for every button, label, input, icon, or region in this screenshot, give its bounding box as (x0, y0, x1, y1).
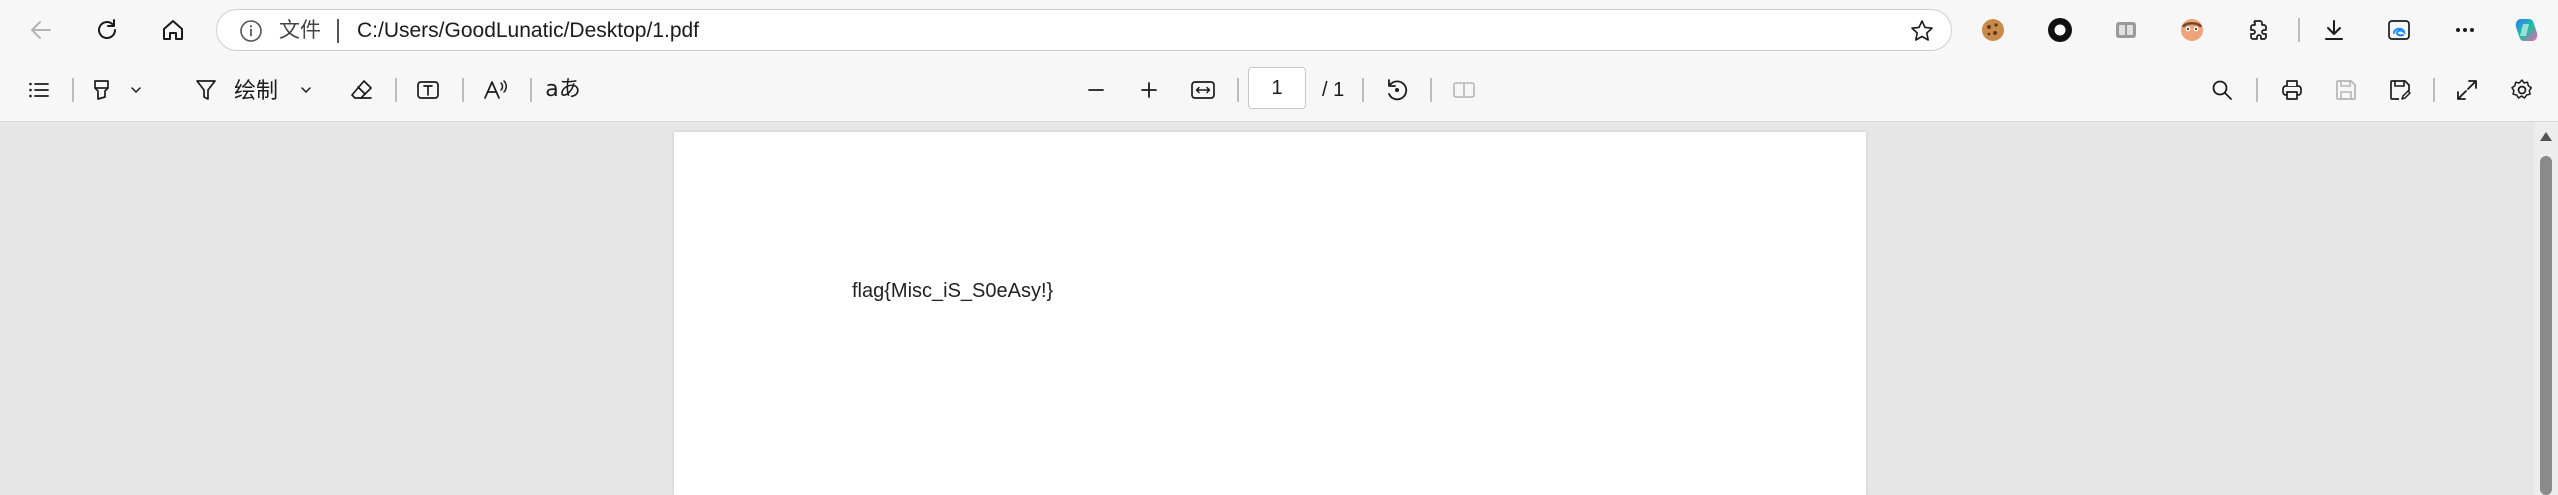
zoom-out-button[interactable] (1074, 68, 1118, 112)
text-box-icon (417, 81, 439, 99)
contents-list-icon (29, 82, 49, 98)
zoom-in-button[interactable] (1127, 68, 1171, 112)
pdf-page: flag{Misc_iS_S0eAsy!} (674, 132, 1866, 495)
browser-nav-bar: 文件 C:/Users/GoodLunatic/Desktop/1.pdf (0, 0, 2558, 60)
toolbar-divider (530, 78, 532, 102)
plus-icon (1141, 82, 1157, 98)
toolbar-divider (1362, 78, 1364, 102)
save-button[interactable] (2324, 68, 2368, 112)
split-screen-extension-icon[interactable] (2104, 8, 2148, 52)
page-number-input[interactable]: 1 (1248, 67, 1306, 109)
toolbar-divider (1237, 78, 1239, 102)
erase-button[interactable] (340, 68, 384, 112)
address-url[interactable]: C:/Users/GoodLunatic/Desktop/1.pdf (357, 19, 699, 43)
copilot-button[interactable] (2505, 8, 2549, 52)
rotate-icon (1388, 79, 1408, 101)
toolbar-divider (395, 78, 397, 102)
back-button[interactable] (19, 8, 63, 52)
fit-to-width-button[interactable] (1181, 68, 1225, 112)
highlight-options-dropdown[interactable] (122, 68, 150, 112)
settings-more-button[interactable] (2443, 8, 2487, 52)
save-as-icon (2390, 80, 2411, 100)
scrollbar-thumb[interactable] (2540, 156, 2552, 495)
print-button[interactable] (2270, 68, 2314, 112)
downloads-button[interactable] (2312, 8, 2356, 52)
rotate-button[interactable] (1375, 68, 1419, 112)
refresh-button[interactable] (85, 8, 129, 52)
record-extension-icon[interactable] (2038, 8, 2082, 52)
fullscreen-button[interactable] (2445, 68, 2489, 112)
chevron-down-icon (131, 87, 141, 94)
edge-shield-icon (2388, 20, 2410, 40)
translate-button[interactable]: aあ (541, 68, 585, 112)
highlight-button[interactable] (80, 68, 124, 112)
toolbar-divider (72, 78, 74, 102)
site-info-icon[interactable] (239, 19, 263, 43)
avatar-extension-icon[interactable] (2170, 8, 2214, 52)
more-dots-icon (2456, 28, 2474, 32)
toolbar-divider (2256, 78, 2258, 102)
chevron-down-icon (301, 87, 311, 94)
minus-icon (1088, 89, 1104, 91)
cookie-extension-icon[interactable] (1971, 8, 2015, 52)
find-button[interactable] (2200, 68, 2244, 112)
browser-essentials-button[interactable] (2377, 8, 2421, 52)
address-divider (337, 19, 339, 43)
back-arrow-icon (31, 21, 51, 39)
highlighter-icon (94, 80, 109, 100)
toolbar-divider (2433, 78, 2435, 102)
page-view-button[interactable] (1442, 68, 1486, 112)
vertical-scrollbar[interactable] (2534, 122, 2558, 495)
print-icon (2282, 80, 2302, 100)
table-of-contents-button[interactable] (17, 68, 61, 112)
address-bar[interactable]: 文件 C:/Users/GoodLunatic/Desktop/1.pdf (216, 9, 1952, 51)
home-icon (163, 20, 183, 40)
address-scheme-label: 文件 (279, 19, 321, 42)
gear-icon (2511, 79, 2533, 99)
draw-options-dropdown[interactable] (292, 68, 320, 112)
read-aloud-icon (484, 80, 507, 99)
page-total-label: / 1 (1322, 79, 1345, 101)
add-text-button[interactable] (406, 68, 450, 112)
nav-divider (2298, 18, 2300, 42)
save-as-button[interactable] (2378, 68, 2422, 112)
expand-icon (2457, 80, 2477, 100)
draw-button[interactable] (184, 68, 228, 112)
two-page-view-icon (1453, 82, 1475, 98)
translate-glyph: aあ (545, 77, 581, 102)
extensions-puzzle-icon[interactable] (2237, 8, 2281, 52)
toolbar-divider (462, 78, 464, 102)
pdf-text-line: flag{Misc_iS_S0eAsy!} (852, 280, 1054, 302)
save-icon (2336, 80, 2356, 100)
scroll-up-arrow-icon[interactable] (2540, 132, 2552, 141)
read-aloud-button[interactable] (474, 68, 518, 112)
search-icon (2212, 80, 2232, 100)
eraser-icon (351, 80, 372, 99)
pdf-settings-button[interactable] (2500, 68, 2544, 112)
fit-width-icon (1191, 81, 1215, 99)
pen-draw-icon (196, 80, 216, 100)
download-icon (2325, 20, 2343, 40)
draw-label[interactable]: 绘制 (234, 78, 278, 104)
refresh-icon (98, 19, 116, 39)
home-button[interactable] (151, 8, 195, 52)
toolbar-divider (1430, 78, 1432, 102)
copilot-icon (2515, 19, 2538, 41)
favorite-star-icon[interactable] (1909, 18, 1935, 44)
